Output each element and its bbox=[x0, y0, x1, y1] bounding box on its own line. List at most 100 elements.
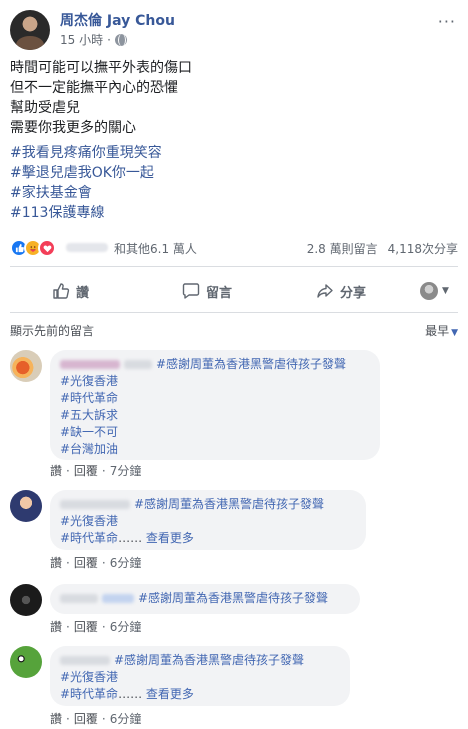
author-avatar[interactable] bbox=[10, 10, 50, 50]
sort-label: 最早 bbox=[425, 324, 450, 338]
post-line: 幫助受虐兒 bbox=[10, 100, 80, 116]
globe-icon bbox=[114, 33, 127, 46]
comment-hashtag[interactable]: #時代革命 bbox=[60, 390, 370, 407]
hashtag-link[interactable]: #家扶基金會 bbox=[10, 183, 162, 203]
comment-like-link[interactable]: 讚 bbox=[50, 710, 62, 727]
commenter-avatar[interactable] bbox=[10, 584, 42, 616]
comment-hashtag[interactable]: #感謝周董為香港黑警虐待孩子發聲 bbox=[114, 653, 304, 667]
commenter-avatar[interactable] bbox=[10, 646, 42, 678]
thumbs-up-icon bbox=[53, 283, 70, 299]
blurred-name[interactable] bbox=[102, 594, 134, 603]
comment-hashtag[interactable]: #五大訴求 bbox=[60, 407, 370, 424]
more-options-icon[interactable]: ··· bbox=[438, 12, 456, 31]
post-body: 時間可能可以撫平外表的傷口 但不一定能撫平內心的恐懼 幫助受虐兒 需要你我更多的… bbox=[10, 58, 450, 138]
separator: · bbox=[66, 620, 70, 634]
blurred-name[interactable] bbox=[60, 656, 110, 665]
see-more-link[interactable]: 查看更多 bbox=[146, 531, 194, 545]
comment-reply-link[interactable]: 回覆 bbox=[74, 462, 98, 479]
share-label: 分享 bbox=[340, 285, 367, 301]
separator: · bbox=[101, 464, 106, 478]
comment-hashtag[interactable]: #缺一不可 bbox=[60, 424, 370, 441]
reactions-bar: 和其他6.1 萬人 2.8 萬則留言 4,118次分享 bbox=[10, 238, 458, 258]
blurred-names bbox=[66, 243, 108, 252]
post-meta: 15 小時 · bbox=[60, 31, 127, 48]
comment-label: 留言 bbox=[206, 285, 233, 301]
meta-separator: · bbox=[107, 32, 111, 47]
comment-reply-link[interactable]: 回覆 bbox=[74, 618, 98, 635]
separator: · bbox=[101, 556, 106, 570]
post-hashtags: #我看見疼痛你重現笑容 #擊退兒虐我OK你一起 #家扶基金會 #113保護專線 bbox=[10, 143, 162, 223]
hashtag-link[interactable]: #113保護專線 bbox=[10, 203, 162, 223]
separator: · bbox=[101, 712, 106, 726]
like-label: 讚 bbox=[76, 285, 90, 301]
comments-header: 顯示先前的留言 最早 ▼ bbox=[10, 322, 458, 340]
comment-time[interactable]: 6分鐘 bbox=[110, 618, 142, 635]
commenter-avatar[interactable] bbox=[10, 350, 42, 382]
comment-bubble: #感謝周董為香港黑警虐待孩子發聲 #光復香港 #時代革命…… 查看更多 bbox=[50, 646, 350, 706]
separator: · bbox=[66, 556, 70, 570]
separator: · bbox=[101, 620, 106, 634]
comment-time[interactable]: 6分鐘 bbox=[110, 710, 142, 727]
chevron-down-icon: ▼ bbox=[451, 328, 458, 338]
speech-bubble-icon bbox=[182, 283, 200, 299]
love-reaction-icon bbox=[38, 239, 56, 257]
comment-hashtag[interactable]: #感謝周董為香港黑警虐待孩子發聲 bbox=[134, 497, 324, 511]
comment-hashtag[interactable]: #光復香港 bbox=[60, 669, 340, 686]
hashtag-link[interactable]: #我看見疼痛你重現笑容 bbox=[10, 143, 162, 163]
comment-hashtag[interactable]: #時代革命 bbox=[60, 531, 118, 545]
comment-bubble: #感謝周董為香港黑警虐待孩子發聲 bbox=[50, 584, 360, 614]
view-previous-comments-link[interactable]: 顯示先前的留言 bbox=[10, 322, 94, 339]
comment-hashtag[interactable]: #感謝周董為香港黑警虐待孩子發聲 bbox=[138, 591, 328, 605]
separator: · bbox=[66, 464, 70, 478]
share-count[interactable]: 4,118次分享 bbox=[388, 240, 458, 257]
comment-actions: 讚 · 回覆 · 6分鐘 bbox=[50, 554, 141, 571]
share-arrow-icon bbox=[317, 284, 333, 298]
comment-button[interactable]: 留言 bbox=[182, 276, 232, 306]
blurred-name bbox=[60, 594, 98, 603]
comment-actions: 讚 · 回覆 · 6分鐘 bbox=[50, 618, 141, 635]
hashtag-link[interactable]: #擊退兒虐我OK你一起 bbox=[10, 163, 162, 183]
author-name[interactable]: 周杰倫 Jay Chou bbox=[60, 10, 175, 30]
comment-bubble: #感謝周董為香港黑警虐待孩子發聲 #光復香港 #時代革命 #五大訴求 #缺一不可… bbox=[50, 350, 380, 460]
like-button[interactable]: 讚 bbox=[52, 276, 89, 306]
post-header: 周杰倫 Jay Chou 15 小時 · ··· bbox=[10, 10, 458, 50]
reaction-count[interactable]: 和其他6.1 萬人 bbox=[114, 240, 197, 257]
truncation-ellipsis: …… bbox=[118, 531, 143, 545]
commenter-avatar[interactable] bbox=[10, 490, 42, 522]
comment-like-link[interactable]: 讚 bbox=[50, 462, 62, 479]
comment-time[interactable]: 6分鐘 bbox=[110, 554, 142, 571]
comment-hashtag[interactable]: #光復香港 bbox=[60, 373, 370, 390]
post-line: 時間可能可以撫平外表的傷口 bbox=[10, 60, 192, 76]
divider bbox=[10, 266, 458, 267]
viewer-selector[interactable]: ▼ bbox=[420, 276, 449, 306]
comment-like-link[interactable]: 讚 bbox=[50, 554, 62, 571]
blurred-name bbox=[124, 360, 152, 369]
comment-hashtag[interactable]: #台灣加油 bbox=[60, 441, 370, 458]
post-stats: 2.8 萬則留言 4,118次分享 bbox=[307, 240, 458, 257]
action-bar: 讚 留言 分享 ▼ bbox=[10, 276, 458, 306]
separator: · bbox=[66, 712, 70, 726]
blurred-name[interactable] bbox=[60, 500, 130, 509]
comment-reply-link[interactable]: 回覆 bbox=[74, 710, 98, 727]
viewer-avatar bbox=[420, 282, 438, 300]
reaction-icons[interactable] bbox=[10, 239, 56, 257]
comment-like-link[interactable]: 讚 bbox=[50, 618, 62, 635]
sort-dropdown[interactable]: 最早 ▼ bbox=[425, 322, 458, 339]
chevron-down-icon: ▼ bbox=[442, 286, 449, 296]
comment-bubble: #感謝周董為香港黑警虐待孩子發聲 #光復香港 #時代革命…… 查看更多 bbox=[50, 490, 366, 550]
post-time[interactable]: 15 小時 bbox=[60, 31, 103, 48]
blurred-name[interactable] bbox=[60, 360, 120, 369]
facebook-post: 周杰倫 Jay Chou 15 小時 · ··· 時間可能可以撫平外表的傷口 但… bbox=[0, 0, 468, 729]
comment-hashtag[interactable]: #時代革命 bbox=[60, 687, 118, 701]
divider bbox=[10, 312, 458, 313]
comment-hashtag[interactable]: #感謝周董為香港黑警虐待孩子發聲 bbox=[156, 357, 346, 371]
post-line: 但不一定能撫平內心的恐懼 bbox=[10, 80, 178, 96]
comment-hashtag[interactable]: #光復香港 bbox=[60, 513, 356, 530]
comment-reply-link[interactable]: 回覆 bbox=[74, 554, 98, 571]
see-more-link[interactable]: 查看更多 bbox=[146, 687, 194, 701]
comment-actions: 讚 · 回覆 · 7分鐘 bbox=[50, 462, 141, 479]
comment-count[interactable]: 2.8 萬則留言 bbox=[307, 240, 378, 257]
share-button[interactable]: 分享 bbox=[316, 276, 366, 306]
comment-time[interactable]: 7分鐘 bbox=[110, 462, 142, 479]
post-line: 需要你我更多的關心 bbox=[10, 120, 136, 136]
